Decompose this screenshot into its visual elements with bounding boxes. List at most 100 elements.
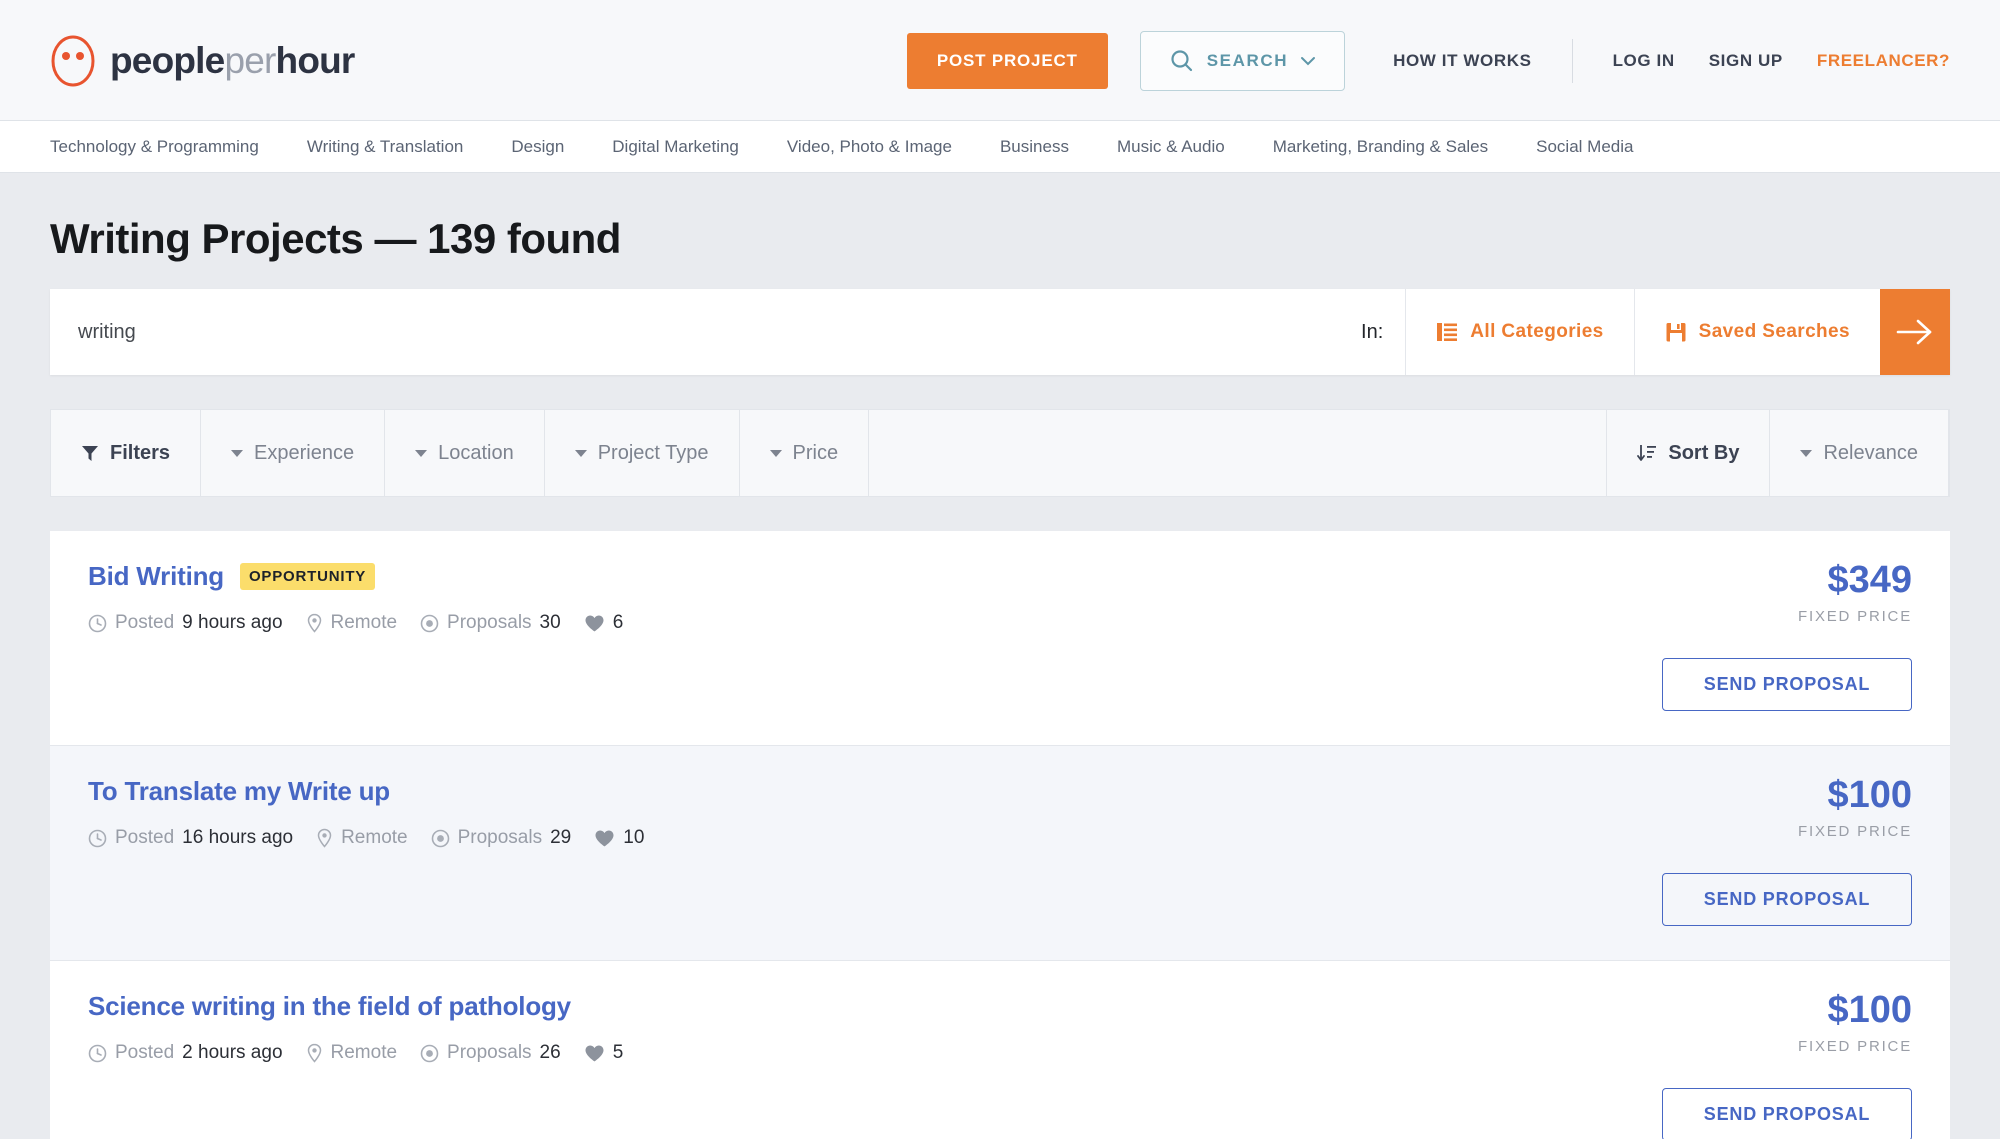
project-price-type: FIXED PRICE <box>1798 823 1912 840</box>
posted-meta: Posted 16 hours ago <box>88 827 293 849</box>
project-price: $100 <box>1827 991 1912 1029</box>
search-input[interactable] <box>78 321 1351 344</box>
project-card-pricing: $349 FIXED PRICE SEND PROPOSAL <box>1612 561 1912 711</box>
location-value: Remote <box>331 612 398 634</box>
proposals-count: 30 <box>540 612 561 634</box>
project-card-info: Bid Writing OPPORTUNITY Posted <box>88 561 1612 711</box>
category-music-audio[interactable]: Music & Audio <box>1117 137 1225 157</box>
project-card-info: To Translate my Write up Posted 16 hours <box>88 776 1612 926</box>
project-title-row: Bid Writing OPPORTUNITY <box>88 561 1612 592</box>
project-search-bar: In: All Categories <box>50 289 1950 375</box>
search-dropdown-button[interactable]: SEARCH <box>1140 31 1345 91</box>
posted-value: 2 hours ago <box>182 1042 282 1064</box>
save-icon <box>1665 321 1687 343</box>
target-icon <box>420 1044 439 1063</box>
proposals-meta: Proposals 29 <box>431 827 572 849</box>
category-social-media[interactable]: Social Media <box>1536 137 1633 157</box>
category-design[interactable]: Design <box>511 137 564 157</box>
category-technology-programming[interactable]: Technology & Programming <box>50 137 259 157</box>
filter-bar: Filters Experience Location Project Type… <box>50 409 1950 497</box>
category-marketing-branding-sales[interactable]: Marketing, Branding & Sales <box>1273 137 1488 157</box>
posted-value: 16 hours ago <box>182 827 293 849</box>
proposals-count: 29 <box>550 827 571 849</box>
freelancer-link[interactable]: FREELANCER? <box>1817 51 1950 71</box>
opportunity-badge: OPPORTUNITY <box>240 563 375 590</box>
all-categories-selector[interactable]: All Categories <box>1405 289 1633 375</box>
send-proposal-button[interactable]: SEND PROPOSAL <box>1662 873 1912 926</box>
header-actions: POST PROJECT SEARCH HOW IT WORKS LOG IN … <box>907 31 1950 91</box>
search-input-wrapper <box>50 289 1351 375</box>
category-writing-translation[interactable]: Writing & Translation <box>307 137 464 157</box>
proposals-meta: Proposals 30 <box>420 612 561 634</box>
project-card[interactable]: Science writing in the field of patholog… <box>50 961 1950 1139</box>
caret-down-icon <box>575 450 587 457</box>
project-title-row: To Translate my Write up <box>88 776 1612 807</box>
saved-searches-button[interactable]: Saved Searches <box>1634 289 1880 375</box>
proposals-meta: Proposals 26 <box>420 1042 561 1064</box>
category-nav: Technology & Programming Writing & Trans… <box>0 121 2000 173</box>
heart-icon <box>584 614 605 633</box>
sort-value-label: Relevance <box>1823 442 1918 465</box>
log-in-link[interactable]: LOG IN <box>1613 51 1675 71</box>
project-title-link[interactable]: Bid Writing <box>88 561 224 592</box>
logo-people: people <box>110 40 224 81</box>
filter-project-type[interactable]: Project Type <box>545 410 740 496</box>
caret-down-icon <box>415 450 427 457</box>
posted-label: Posted <box>115 827 174 849</box>
project-card-pricing: $100 FIXED PRICE SEND PROPOSAL <box>1612 776 1912 926</box>
caret-down-icon <box>1800 450 1812 457</box>
project-title-link[interactable]: Science writing in the field of patholog… <box>88 991 571 1022</box>
post-project-button[interactable]: POST PROJECT <box>907 33 1108 89</box>
category-business[interactable]: Business <box>1000 137 1069 157</box>
site-logo[interactable]: peopleperhour <box>50 35 355 87</box>
category-digital-marketing[interactable]: Digital Marketing <box>612 137 739 157</box>
filter-experience[interactable]: Experience <box>201 410 385 496</box>
send-proposal-button[interactable]: SEND PROPOSAL <box>1662 658 1912 711</box>
project-card-info: Science writing in the field of patholog… <box>88 991 1612 1139</box>
sort-by-label: Sort By <box>1668 442 1739 465</box>
sort-icon <box>1637 443 1657 463</box>
project-title-link[interactable]: To Translate my Write up <box>88 776 390 807</box>
project-card[interactable]: Bid Writing OPPORTUNITY Posted <box>50 531 1950 746</box>
likes-count: 6 <box>613 612 624 634</box>
filters-button[interactable]: Filters <box>51 410 201 496</box>
how-it-works-link[interactable]: HOW IT WORKS <box>1393 51 1531 71</box>
sort-value-selector[interactable]: Relevance <box>1770 410 1949 496</box>
search-submit-button[interactable] <box>1880 289 1950 375</box>
project-card[interactable]: To Translate my Write up Posted 16 hours <box>50 746 1950 961</box>
location-pin-icon <box>316 828 333 848</box>
filter-location[interactable]: Location <box>385 410 545 496</box>
chevron-down-icon <box>1300 56 1316 66</box>
caret-down-icon <box>231 450 243 457</box>
logo-wordmark: peopleperhour <box>110 40 355 82</box>
proposals-label: Proposals <box>447 1042 532 1064</box>
logo-hour: hour <box>276 40 355 81</box>
location-meta: Remote <box>316 827 408 849</box>
project-meta: Posted 9 hours ago Remote <box>88 612 1612 634</box>
header-divider <box>1572 39 1573 83</box>
all-categories-label: All Categories <box>1470 321 1603 343</box>
logo-per: per <box>224 40 275 81</box>
category-video-photo-image[interactable]: Video, Photo & Image <box>787 137 952 157</box>
search-in-label: In: <box>1351 289 1405 375</box>
project-price: $349 <box>1827 561 1912 599</box>
clock-icon <box>88 829 107 848</box>
sort-by-button[interactable]: Sort By <box>1607 410 1770 496</box>
project-title-row: Science writing in the field of patholog… <box>88 991 1612 1022</box>
filter-price[interactable]: Price <box>740 410 870 496</box>
proposals-label: Proposals <box>458 827 543 849</box>
proposals-label: Proposals <box>447 612 532 634</box>
location-value: Remote <box>341 827 408 849</box>
send-proposal-button[interactable]: SEND PROPOSAL <box>1662 1088 1912 1139</box>
project-price-type: FIXED PRICE <box>1798 1038 1912 1055</box>
posted-meta: Posted 9 hours ago <box>88 612 283 634</box>
saved-searches-label: Saved Searches <box>1699 321 1850 343</box>
search-icon <box>1169 48 1195 74</box>
filter-bar-spacer <box>869 410 1607 496</box>
site-header: peopleperhour POST PROJECT SEARCH HOW IT… <box>0 0 2000 121</box>
proposals-count: 26 <box>540 1042 561 1064</box>
funnel-icon <box>81 444 99 462</box>
sign-up-link[interactable]: SIGN UP <box>1709 51 1783 71</box>
project-card-pricing: $100 FIXED PRICE SEND PROPOSAL <box>1612 991 1912 1139</box>
filter-price-label: Price <box>793 442 839 465</box>
